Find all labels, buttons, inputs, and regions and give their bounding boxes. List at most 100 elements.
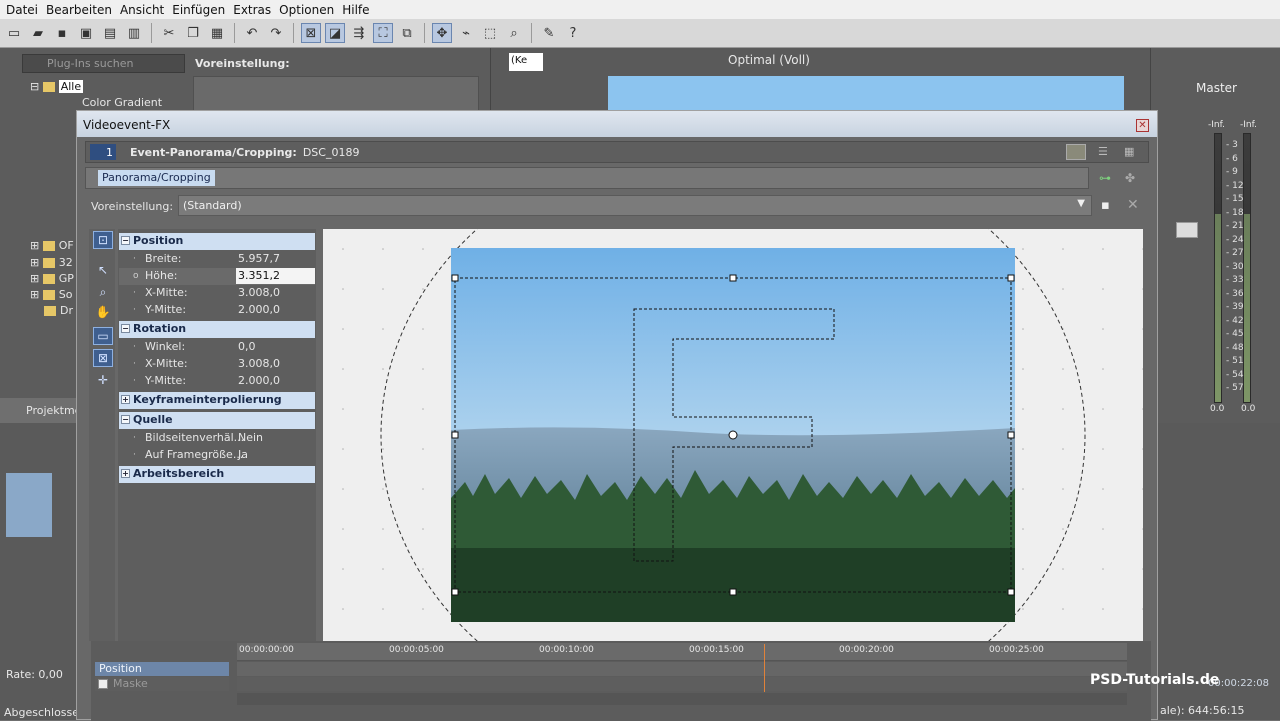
zoom-tool-icon[interactable]: ⌕ [504, 23, 524, 43]
prop-breite[interactable]: · Breite: 5.957,7 [119, 251, 315, 268]
keyframe-scrollbar[interactable] [237, 693, 1127, 705]
prop-winkel[interactable]: · Winkel: 0,0 [119, 339, 315, 356]
track-header[interactable] [6, 473, 52, 537]
brush-icon[interactable]: ✎ [539, 23, 559, 43]
prop-x-mitte[interactable]: · X-Mitte: 3.008,0 [119, 285, 315, 302]
menu-datei[interactable]: Datei [6, 3, 46, 17]
save-as-icon[interactable]: ▣ [76, 23, 96, 43]
prop-bildseitenverhaeltnis[interactable]: · Bildseitenverhäl... Nein [119, 430, 315, 447]
plugin-chain-icon[interactable]: ⊶ [1099, 171, 1111, 185]
save-preset-icon[interactable]: ▪ [1101, 198, 1110, 213]
collapse-icon[interactable]: ⊟ [30, 80, 43, 93]
meter-scale-label: - 36 [1226, 288, 1244, 299]
pan-tool-icon[interactable]: ✋ [93, 303, 113, 321]
preview-quality-dropdown[interactable]: Optimal (Voll) [728, 53, 810, 67]
selection-tool-icon[interactable]: ⬚ [480, 23, 500, 43]
keyframe-ruler[interactable]: 00:00:00:00 00:00:05:00 00:00:10:00 00:0… [237, 643, 1127, 661]
tree-folder-32[interactable]: ⊞ 32 [30, 256, 73, 269]
meter-inf-right: -Inf. [1240, 120, 1257, 130]
keyframe-track-mask[interactable]: Maske [95, 677, 229, 691]
trimmer-dropdown[interactable]: (Ke [509, 53, 543, 71]
render-icon[interactable]: ▤ [100, 23, 120, 43]
snap-icon[interactable]: ⊠ [301, 23, 321, 43]
section-arbeitsbereich[interactable]: + Arbeitsbereich [119, 466, 315, 483]
normal-edit-tool-icon[interactable]: ⊡ [93, 231, 113, 249]
preset-label: Voreinstellung: [91, 200, 174, 213]
meter-left [1214, 133, 1222, 403]
folder-icon [42, 258, 55, 268]
properties-icon[interactable]: ▥ [124, 23, 144, 43]
tree-item-all[interactable]: ⊟ Alle [30, 80, 84, 93]
chevron-down-icon: ▼ [1077, 198, 1085, 209]
menu-ansicht[interactable]: Ansicht [120, 3, 172, 17]
move-freely-icon[interactable]: ✛ [93, 371, 113, 389]
lock-envelope-icon[interactable]: ⛶ [373, 23, 393, 43]
section-rotation[interactable]: − Rotation [119, 321, 315, 338]
toolbar-separator [151, 23, 152, 43]
tree-folder-gp[interactable]: ⊞ GP [30, 272, 74, 285]
tree-folder-so[interactable]: ⊞ So [30, 288, 72, 301]
section-position[interactable]: − Position [119, 233, 315, 250]
prop-auf-framegroesse[interactable]: · Auf Framegröße... Ja [119, 447, 315, 464]
menu-hilfe[interactable]: Hilfe [342, 3, 377, 17]
master-fader-handle[interactable] [1176, 222, 1198, 238]
cut-icon[interactable]: ✂ [159, 23, 179, 43]
copy-icon[interactable]: ❐ [183, 23, 203, 43]
meter-value-left: 0.0 [1210, 404, 1225, 414]
undo-icon[interactable]: ↶ [242, 23, 262, 43]
zoom-tool-icon[interactable]: ⌕ [93, 283, 113, 301]
folder-icon [42, 82, 55, 92]
crop-handle [1007, 588, 1015, 596]
scale-about-center-icon[interactable]: ⊠ [93, 349, 113, 367]
pointer-tool-icon[interactable]: ↖ [93, 261, 113, 279]
prop-rot-x-mitte[interactable]: · X-Mitte: 3.008,0 [119, 356, 315, 373]
keyframe-track-position[interactable]: Position [95, 662, 229, 676]
remove-plugin-icon[interactable]: ✤ [1125, 171, 1135, 185]
view-list-icon[interactable]: ☰ [1098, 145, 1112, 159]
toolbar-separator [234, 23, 235, 43]
prop-y-mitte[interactable]: · Y-Mitte: 2.000,0 [119, 302, 315, 319]
hoehe-input[interactable]: 3.351,2 [236, 268, 315, 284]
prop-rot-y-mitte[interactable]: · Y-Mitte: 2.000,0 [119, 373, 315, 390]
open-folder-icon[interactable]: ▰ [28, 23, 48, 43]
meter-scale-label: - 51 [1226, 356, 1244, 366]
keyframe-playhead[interactable] [764, 644, 765, 692]
view-grid-icon[interactable]: ▦ [1124, 145, 1138, 159]
meter-scale-label: - 45 [1226, 329, 1244, 339]
tree-item-color-gradient[interactable]: Color Gradient [82, 96, 162, 109]
delete-preset-icon[interactable]: ✕ [1127, 197, 1139, 213]
envelope-icon[interactable]: ◪ [325, 23, 345, 43]
dialog-titlebar[interactable]: Videoevent-FX ✕ [77, 111, 1157, 137]
view-single-icon[interactable] [1066, 144, 1086, 160]
meter-value-right: 0.0 [1241, 404, 1256, 414]
menu-extras[interactable]: Extras [233, 3, 279, 17]
prop-hoehe[interactable]: o Höhe: 3.351,2 [119, 268, 315, 285]
fx-chain-panorama-cropping[interactable]: Panorama/Cropping [98, 170, 215, 186]
envelope-tool-icon[interactable]: ⌁ [456, 23, 476, 43]
section-keyframeinterpolierung[interactable]: + Keyframeinterpolierung [119, 392, 315, 409]
tree-folder-dr[interactable]: Dr [44, 304, 73, 317]
lock-aspect-icon[interactable]: ▭ [93, 327, 113, 345]
redo-icon[interactable]: ↷ [266, 23, 286, 43]
meter-right [1243, 133, 1251, 403]
auto-ripple-icon[interactable]: ⇶ [349, 23, 369, 43]
mask-checkbox[interactable] [98, 679, 108, 689]
paste-icon[interactable]: ▦ [207, 23, 227, 43]
close-icon[interactable]: ✕ [1136, 119, 1149, 132]
master-label: Master [1196, 81, 1237, 95]
new-file-icon[interactable]: ▭ [4, 23, 24, 43]
tree-folder-of[interactable]: ⊞ OF [30, 239, 74, 252]
help-pointer-icon[interactable]: ? [563, 23, 583, 43]
section-quelle[interactable]: − Quelle [119, 412, 315, 429]
menu-einfuegen[interactable]: Einfügen [172, 3, 233, 17]
menu-optionen[interactable]: Optionen [279, 3, 342, 17]
crossfade-icon[interactable]: ⧉ [397, 23, 417, 43]
keyframe-track-row-mask[interactable] [237, 677, 1127, 691]
plugin-search-input[interactable]: Plug-Ins suchen [22, 54, 185, 73]
save-icon[interactable]: ▪ [52, 23, 72, 43]
keyframe-track-row[interactable] [237, 662, 1127, 676]
normal-edit-tool-icon[interactable]: ✥ [432, 23, 452, 43]
tab-project-media[interactable]: Projektme [26, 404, 81, 417]
preset-select[interactable]: (Standard) ▼ [178, 195, 1092, 216]
menu-bearbeiten[interactable]: Bearbeiten [46, 3, 120, 17]
